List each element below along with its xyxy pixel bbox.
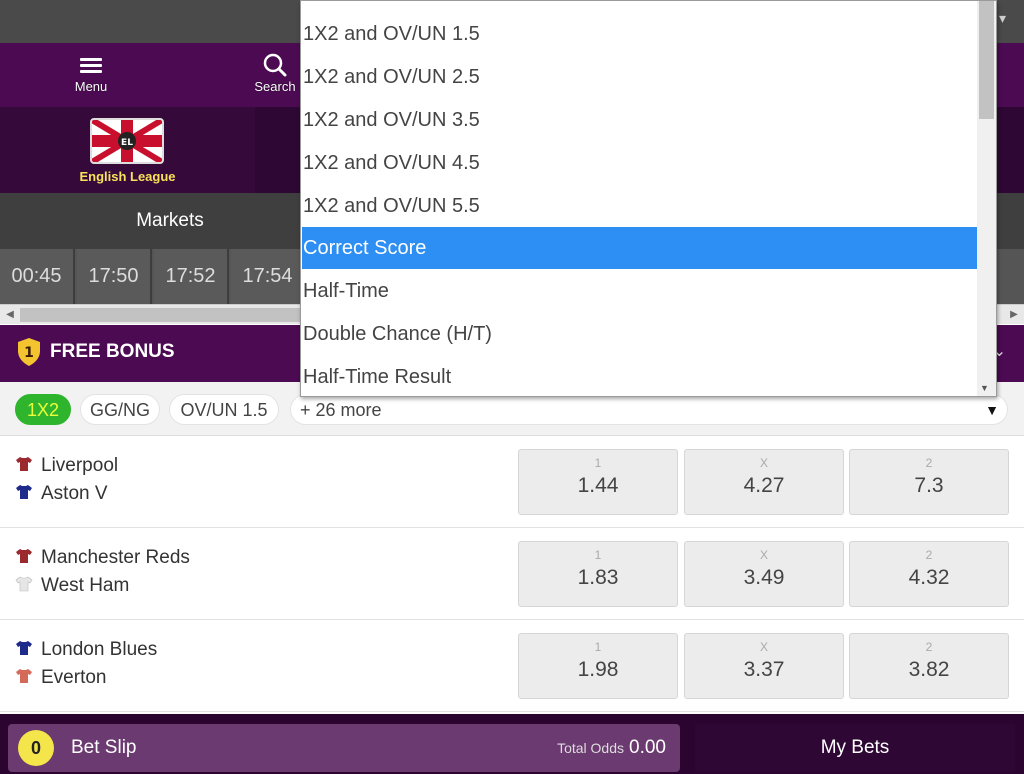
team-name: Liverpool (41, 455, 119, 476)
team-name: London Blues (41, 639, 158, 660)
odd-value: 4.27 (743, 474, 785, 497)
scroll-down-icon[interactable]: ▼ (980, 383, 989, 393)
total-odds-label: Total Odds (557, 740, 624, 756)
match-row: Liverpool Aston V 1 1.44 X 4.27 2 7.3 (0, 436, 1024, 528)
odd-value: 1.98 (577, 658, 619, 681)
odd-key: X (759, 548, 768, 562)
dropdown-option[interactable]: 1X2 and OV/UN 2.5 (302, 56, 977, 98)
odd-key: 1 (594, 548, 602, 562)
bet-slip-label: Bet Slip (71, 737, 137, 758)
markets-label[interactable]: Markets (0, 193, 340, 249)
team-name: Manchester Reds (41, 547, 190, 568)
dropdown-option-selected[interactable]: Correct Score (302, 227, 977, 269)
odd-button-home[interactable]: 1 1.44 (518, 449, 678, 515)
odd-button-draw[interactable]: X 3.49 (684, 541, 844, 607)
odd-button-home[interactable]: 1 1.98 (518, 633, 678, 699)
filter-pill-gg-ng[interactable]: GG/NG (80, 394, 160, 425)
menu-label: Menu (74, 79, 108, 94)
home-team: Manchester Reds (15, 546, 190, 570)
dropdown-option[interactable]: 1X2 and OV/UN 5.5 (302, 185, 977, 227)
odd-value: 1.83 (577, 566, 619, 589)
dropdown-option[interactable]: 1X2 and OV/UN 4.5 (302, 142, 977, 184)
dropdown-option[interactable]: Half-Time (302, 270, 977, 312)
dropdown-option[interactable]: 1X2 and OV/UN 1.5 (302, 13, 977, 55)
odd-key: 2 (925, 456, 933, 470)
odd-key: 2 (925, 640, 933, 654)
my-bets-button[interactable]: My Bets (695, 724, 1015, 772)
odd-button-away[interactable]: 2 7.3 (849, 449, 1009, 515)
shirt-icon (15, 455, 33, 473)
scrollbar-thumb[interactable] (979, 1, 994, 119)
odd-key: X (759, 640, 768, 654)
flag-text: EL (121, 138, 133, 148)
shirt-icon (15, 667, 33, 685)
odd-value: 4.32 (908, 566, 950, 589)
menu-button[interactable]: Menu (56, 51, 126, 94)
bonus-badge-number: 1 (24, 345, 34, 361)
odd-value: 3.49 (743, 566, 785, 589)
vertical-scrollbar[interactable]: ▼ (977, 1, 996, 396)
bet-slip-button[interactable]: 0 Bet Slip Total Odds 0.00 (8, 724, 680, 772)
filter-pill-ov-un[interactable]: OV/UN 1.5 (169, 394, 279, 425)
odd-key: 1 (594, 640, 602, 654)
dropdown-option[interactable]: Double Chance (H/T) (302, 313, 977, 355)
odd-value: 3.37 (743, 658, 785, 681)
time-tab[interactable]: 17:52 (154, 249, 229, 304)
league-name: English League (79, 169, 176, 184)
odd-button-home[interactable]: 1 1.83 (518, 541, 678, 607)
free-bonus-label: FREE BONUS (50, 341, 175, 362)
away-team: West Ham (15, 574, 129, 598)
team-name: Aston V (41, 483, 108, 504)
more-markets-label: + 26 more (300, 400, 382, 420)
odd-value: 1.44 (577, 474, 619, 497)
league-tile-english[interactable]: EL English League (0, 107, 255, 193)
home-team: London Blues (15, 638, 157, 662)
time-tab[interactable]: 00:45 (0, 249, 75, 304)
hamburger-icon (56, 51, 126, 81)
away-team: Aston V (15, 482, 108, 506)
scroll-right-icon[interactable]: ▶ (1006, 307, 1022, 323)
team-name: Everton (41, 667, 107, 688)
odd-button-draw[interactable]: X 3.37 (684, 633, 844, 699)
chevron-down-icon[interactable]: ▾ (999, 10, 1006, 27)
odd-value: 7.3 (914, 474, 944, 497)
bet-slip-count: 0 (18, 730, 54, 766)
team-name: West Ham (41, 575, 130, 596)
odd-button-away[interactable]: 2 3.82 (849, 633, 1009, 699)
more-markets-select[interactable]: + 26 more ▼ (290, 394, 1008, 425)
dropdown-option[interactable]: Half-Time Result (302, 356, 977, 396)
odd-button-away[interactable]: 2 4.32 (849, 541, 1009, 607)
match-row: Manchester Reds West Ham 1 1.83 X 3.49 2 4.… (0, 528, 1024, 620)
time-tab[interactable]: 17:54 (231, 249, 306, 304)
odd-key: X (759, 456, 768, 470)
shirt-icon (15, 639, 33, 657)
filter-pill-1x2[interactable]: 1X2 (15, 394, 71, 425)
bottom-bar: 0 Bet Slip Total Odds 0.00 My Bets (0, 714, 1024, 774)
home-team: Liverpool (15, 454, 118, 478)
england-flag-icon: EL (90, 118, 164, 164)
away-team: Everton (15, 666, 106, 690)
dropdown-arrow-icon: ▼ (985, 402, 999, 418)
dropdown-option[interactable]: 1X2 and OV/UN 3.5 (302, 99, 977, 141)
time-tab[interactable]: 17:50 (77, 249, 152, 304)
scrollbar-thumb[interactable] (20, 308, 320, 322)
scroll-left-icon[interactable]: ◀ (2, 307, 18, 323)
odd-button-draw[interactable]: X 4.27 (684, 449, 844, 515)
shirt-icon (15, 483, 33, 501)
shield-badge-icon: 1 (16, 337, 42, 372)
odd-key: 1 (594, 456, 602, 470)
shirt-icon (15, 547, 33, 565)
odd-value: 3.82 (908, 658, 950, 681)
odd-key: 2 (925, 548, 933, 562)
total-odds-value: 0.00 (629, 737, 666, 758)
shirt-icon (15, 575, 33, 593)
market-dropdown-list[interactable]: 1X2 and OV/UN 1.5 1X2 and OV/UN 2.5 1X2 … (300, 0, 997, 397)
match-row: London Blues Everton 1 1.98 X 3.37 2 3.82 (0, 620, 1024, 712)
